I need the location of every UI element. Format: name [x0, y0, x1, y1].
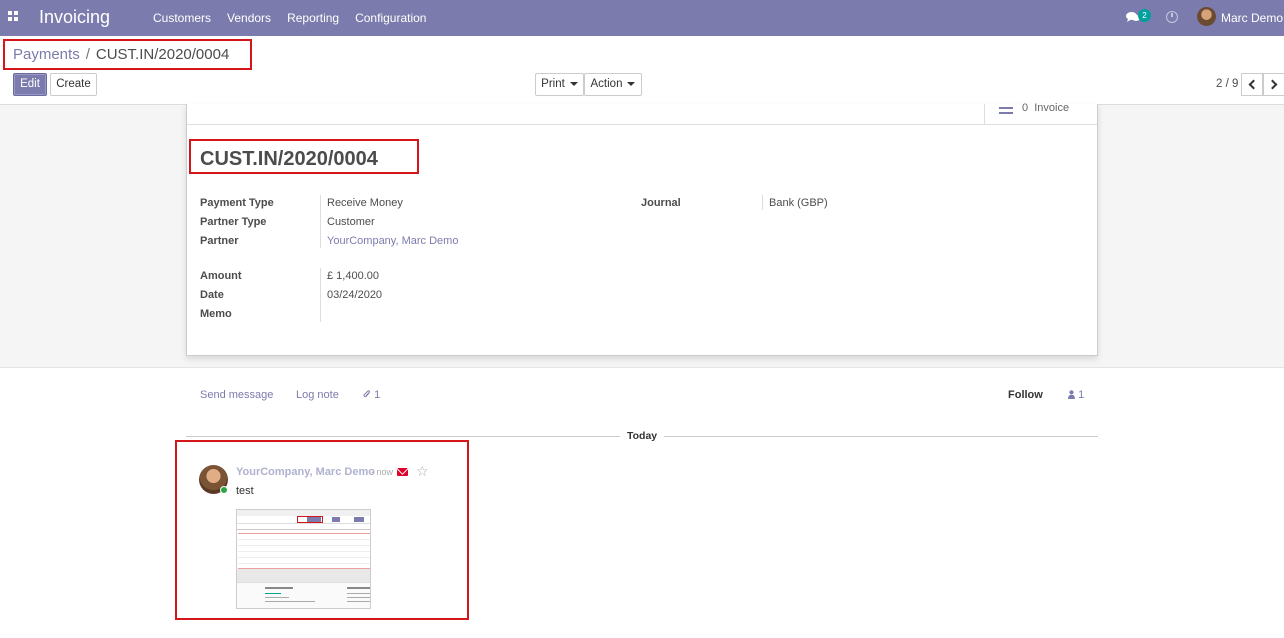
- title-highlight-box: [189, 139, 419, 174]
- journal-value: Bank (GBP): [769, 197, 828, 209]
- edit-button[interactable]: Edit: [13, 73, 47, 96]
- menu-item-customers[interactable]: Customers: [153, 11, 211, 25]
- partner-type-value: Customer: [327, 216, 375, 228]
- date-separator-line: [186, 436, 620, 437]
- followers-button[interactable]: 1: [1068, 389, 1084, 401]
- print-caret-icon: [569, 81, 578, 86]
- payment-type-label: Payment Type: [200, 197, 274, 209]
- menu-item-reporting[interactable]: Reporting: [287, 11, 339, 25]
- activity-clock-icon[interactable]: [1166, 11, 1178, 23]
- attachments-button[interactable]: 1: [363, 389, 380, 401]
- follow-button[interactable]: Follow: [1008, 389, 1043, 401]
- smart-button-box: 0 Invoice: [187, 102, 1097, 125]
- date-separator-line: [664, 436, 1098, 437]
- amount-value: £ 1,400.00: [327, 270, 379, 282]
- partner-label: Partner: [200, 235, 239, 247]
- app-title[interactable]: Invoicing: [39, 7, 110, 28]
- log-note-button[interactable]: Log note: [296, 389, 339, 401]
- payment-type-value: Receive Money: [327, 197, 403, 209]
- action-caret-icon: [627, 81, 636, 86]
- action-label: Action: [590, 78, 623, 90]
- top-navbar: Invoicing Customers Vendors Reporting Co…: [0, 0, 1284, 36]
- create-button[interactable]: Create: [50, 73, 97, 96]
- menu-item-vendors[interactable]: Vendors: [227, 11, 271, 25]
- user-avatar[interactable]: [1197, 7, 1216, 26]
- paperclip-icon: [363, 390, 370, 398]
- field-divider: [762, 195, 763, 210]
- send-message-button[interactable]: Send message: [200, 389, 273, 401]
- partner-link[interactable]: YourCompany, Marc Demo: [327, 235, 458, 247]
- menu-item-configuration[interactable]: Configuration: [355, 11, 426, 25]
- message-highlight-box: [175, 440, 469, 620]
- date-label: Date: [200, 289, 224, 301]
- chevron-right-icon: [1267, 79, 1278, 90]
- followers-count: 1: [1078, 389, 1085, 401]
- partner-type-label: Partner Type: [200, 216, 267, 228]
- attachments-count: 1: [374, 389, 381, 401]
- date-value: 03/24/2020: [327, 289, 383, 301]
- pager-counter[interactable]: 2 / 9: [1216, 78, 1238, 90]
- journal-label: Journal: [641, 197, 681, 209]
- pager-next-button[interactable]: [1263, 73, 1284, 96]
- invoice-stat-label: Invoice: [1034, 102, 1070, 114]
- invoice-count: 0: [1022, 102, 1029, 114]
- breadcrumb-highlight-box: [3, 39, 252, 70]
- main-menu: Customers Vendors Reporting Configuratio…: [153, 11, 426, 25]
- print-label: Print: [541, 78, 565, 90]
- date-separator-label: Today: [627, 430, 658, 442]
- chevron-left-icon: [1248, 79, 1259, 90]
- amount-label: Amount: [200, 270, 242, 282]
- message-count-badge: 2: [1138, 9, 1151, 22]
- action-dropdown-button[interactable]: Action: [584, 73, 642, 96]
- field-divider: [320, 268, 321, 322]
- field-divider: [320, 195, 321, 248]
- apps-menu-icon[interactable]: [8, 11, 20, 23]
- memo-label: Memo: [200, 308, 232, 320]
- invoice-stat-button[interactable]: 0 Invoice: [984, 102, 1097, 125]
- user-icon: [1068, 390, 1075, 399]
- print-dropdown-button[interactable]: Print: [535, 73, 584, 96]
- user-menu-name[interactable]: Marc Demo: [1221, 11, 1283, 25]
- pager-previous-button[interactable]: [1241, 73, 1263, 96]
- list-icon: [999, 107, 1013, 117]
